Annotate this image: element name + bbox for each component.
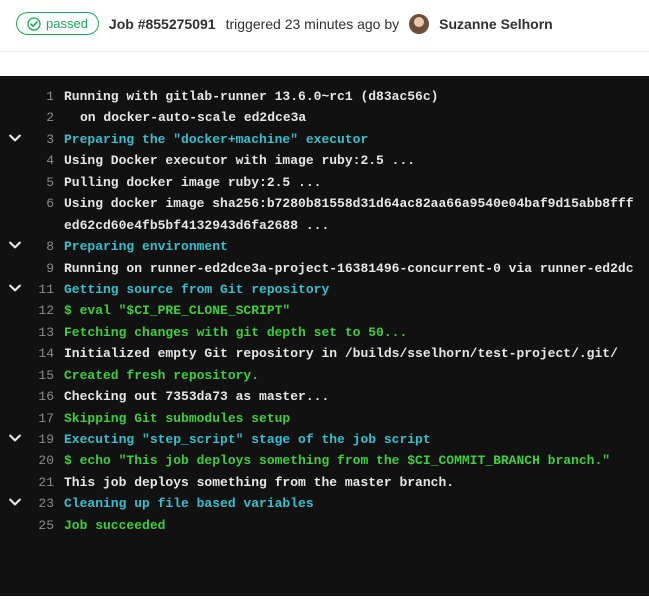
chevron-down-icon[interactable] — [9, 237, 21, 249]
log-section-header[interactable]: 19Executing "step_script" stage of the j… — [0, 429, 649, 450]
log-text: $ echo "This job deploys something from … — [64, 450, 610, 471]
log-text: Cleaning up file based variables — [64, 493, 314, 514]
job-triggered-text: triggered 23 minutes ago by — [226, 16, 400, 32]
status-badge-passed: passed — [16, 12, 99, 35]
log-text: Initialized empty Git repository in /bui… — [64, 343, 618, 364]
author-name[interactable]: Suzanne Selhorn — [439, 16, 553, 32]
job-id: #855275091 — [138, 16, 216, 32]
avatar[interactable] — [409, 14, 429, 34]
log-line: 5Pulling docker image ruby:2.5 ... — [0, 172, 649, 193]
chevron-down-icon[interactable] — [9, 430, 21, 442]
line-number: 25 — [30, 515, 64, 536]
log-line: 4Using Docker executor with image ruby:2… — [0, 150, 649, 171]
log-text: on docker-auto-scale ed2dce3a — [64, 107, 306, 128]
log-text: Skipping Git submodules setup — [64, 408, 290, 429]
log-text: $ eval "$CI_PRE_CLONE_SCRIPT" — [64, 300, 290, 321]
line-number: 20 — [30, 450, 64, 471]
log-section-header[interactable]: 3Preparing the "docker+machine" executor — [0, 129, 649, 150]
log-line: 13Fetching changes with git depth set to… — [0, 322, 649, 343]
log-line: 21This job deploys something from the ma… — [0, 472, 649, 493]
log-text: Preparing environment — [64, 236, 228, 257]
log-line: 17Skipping Git submodules setup — [0, 408, 649, 429]
line-number: 11 — [30, 279, 64, 300]
line-number: 17 — [30, 408, 64, 429]
log-text: This job deploys something from the mast… — [64, 472, 454, 493]
line-number: 16 — [30, 386, 64, 407]
log-text: Preparing the "docker+machine" executor — [64, 129, 368, 150]
line-number: 4 — [30, 150, 64, 171]
log-section-header[interactable]: 23Cleaning up file based variables — [0, 493, 649, 514]
log-line: ed62cd60e4fb5bf4132943d6fa2688 ... — [0, 215, 649, 236]
line-number: 15 — [30, 365, 64, 386]
log-line: 2on docker-auto-scale ed2dce3a — [0, 107, 649, 128]
log-text: Using Docker executor with image ruby:2.… — [64, 150, 415, 171]
log-line: 9Running on runner-ed2dce3a-project-1638… — [0, 258, 649, 279]
line-number: 6 — [30, 193, 64, 214]
job-title: Job #855275091 — [109, 16, 216, 32]
chevron-down-icon[interactable] — [9, 494, 21, 506]
log-text: Running with gitlab-runner 13.6.0~rc1 (d… — [64, 86, 438, 107]
log-text: Getting source from Git repository — [64, 279, 329, 300]
line-number: 5 — [30, 172, 64, 193]
log-line: 16Checking out 7353da73 as master... — [0, 386, 649, 407]
line-number: 21 — [30, 472, 64, 493]
log-line: 25Job succeeded — [0, 515, 649, 536]
log-section-header[interactable]: 8Preparing environment — [0, 236, 649, 257]
line-number: 1 — [30, 86, 64, 107]
log-line: 20$ echo "This job deploys something fro… — [0, 450, 649, 471]
chevron-down-icon[interactable] — [9, 130, 21, 142]
job-log-terminal: 1Running with gitlab-runner 13.6.0~rc1 (… — [0, 76, 649, 596]
line-number: 3 — [30, 129, 64, 150]
log-section-header[interactable]: 11Getting source from Git repository — [0, 279, 649, 300]
check-circle-icon — [27, 17, 41, 31]
log-text: Checking out 7353da73 as master... — [64, 386, 329, 407]
log-text: ed62cd60e4fb5bf4132943d6fa2688 ... — [64, 215, 329, 236]
log-line: 1Running with gitlab-runner 13.6.0~rc1 (… — [0, 86, 649, 107]
log-text: Running on runner-ed2dce3a-project-16381… — [64, 258, 634, 279]
line-number: 19 — [30, 429, 64, 450]
line-number: 23 — [30, 493, 64, 514]
log-text: Created fresh repository. — [64, 365, 259, 386]
line-number: 2 — [30, 107, 64, 128]
line-number: 8 — [30, 236, 64, 257]
log-line: 12$ eval "$CI_PRE_CLONE_SCRIPT" — [0, 300, 649, 321]
divider — [0, 51, 649, 52]
log-line: 6Using docker image sha256:b7280b81558d3… — [0, 193, 649, 214]
log-text: Fetching changes with git depth set to 5… — [64, 322, 407, 343]
job-header: passed Job #855275091 triggered 23 minut… — [0, 0, 649, 47]
line-number: 12 — [30, 300, 64, 321]
log-text: Pulling docker image ruby:2.5 ... — [64, 172, 321, 193]
log-text: Job succeeded — [64, 515, 165, 536]
status-badge-label: passed — [46, 16, 88, 31]
line-number: 14 — [30, 343, 64, 364]
log-text: Executing "step_script" stage of the job… — [64, 429, 431, 450]
log-text: Using docker image sha256:b7280b81558d31… — [64, 193, 634, 214]
log-line: 15Created fresh repository. — [0, 365, 649, 386]
job-label: Job — [109, 16, 134, 32]
line-number: 13 — [30, 322, 64, 343]
chevron-down-icon[interactable] — [9, 280, 21, 292]
line-number: 9 — [30, 258, 64, 279]
log-line: 14Initialized empty Git repository in /b… — [0, 343, 649, 364]
